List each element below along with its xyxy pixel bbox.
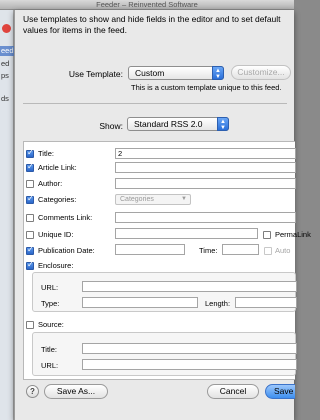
enclosure-length-field[interactable] [235, 297, 297, 308]
unique-id-label: Unique ID: [38, 230, 74, 239]
enclosure-group: URL: Type: Length: [32, 272, 297, 312]
dropdown-arrow-icon: ▼ [181, 196, 187, 202]
permalink-label: PermaLink [275, 230, 311, 239]
categories-label: Categories: [38, 195, 77, 204]
save-button[interactable]: Save [265, 384, 295, 399]
title-field[interactable]: 2 [115, 148, 296, 159]
time-label: Time: [199, 246, 218, 255]
sidebar: eed ed ps ds [0, 10, 14, 420]
enclosure-type-field[interactable] [82, 297, 198, 308]
author-label: Author: [38, 179, 63, 188]
help-button[interactable]: ? [26, 385, 39, 398]
source-label: Source: [38, 320, 64, 329]
article-link-field[interactable] [115, 162, 296, 173]
sidebar-item[interactable]: ps [0, 71, 14, 81]
enclosure-url-label: URL: [41, 283, 59, 292]
title-checkbox[interactable] [26, 148, 34, 158]
time-field[interactable] [222, 244, 259, 255]
enclosure-length-label: Length: [205, 299, 231, 308]
sidebar-item[interactable]: eed [0, 46, 14, 56]
publication-date-checkbox[interactable] [26, 245, 34, 255]
sidebar-item[interactable]: ds [0, 94, 14, 104]
stepper-arrows-icon: ▲ ▼ [217, 117, 229, 131]
window-title: Feeder – Reinvented Software [96, 0, 198, 9]
save-as-button[interactable]: Save As... [44, 384, 108, 399]
source-url-field[interactable] [82, 359, 297, 370]
categories-popup[interactable]: Categories ▼ [115, 194, 191, 205]
author-checkbox[interactable] [26, 180, 34, 188]
window-titlebar: Feeder – Reinvented Software [0, 0, 294, 10]
show-value: Standard RSS 2.0 [134, 119, 203, 129]
enclosure-type-label: Type: [41, 299, 60, 308]
template-label: Use Template: [68, 69, 123, 79]
customize-button[interactable]: Customize... [231, 65, 291, 80]
categories-checkbox[interactable] [26, 194, 34, 204]
categories-popup-value: Categories [120, 196, 154, 203]
enclosure-label: Enclosure: [38, 261, 74, 270]
comments-link-label: Comments Link: [38, 213, 93, 222]
comments-link-field[interactable] [115, 212, 296, 223]
comments-link-checkbox[interactable] [26, 214, 34, 222]
template-note: This is a custom template unique to this… [131, 83, 282, 92]
divider [23, 103, 287, 104]
article-link-label: Article Link: [38, 163, 77, 172]
stepper-arrows-icon: ▲ ▼ [212, 66, 224, 80]
intro-text: Use templates to show and hide fields in… [23, 14, 281, 35]
enclosure-url-field[interactable] [82, 281, 297, 292]
show-popup[interactable]: Standard RSS 2.0 ▲ ▼ [127, 117, 229, 131]
show-label: Show: [99, 121, 123, 131]
source-title-field[interactable] [82, 343, 297, 354]
author-field[interactable] [115, 178, 296, 189]
cancel-button[interactable]: Cancel [207, 384, 259, 399]
auto-label: Auto [275, 246, 291, 255]
sidebar-item[interactable]: ed [0, 59, 14, 69]
publication-date-field[interactable] [115, 244, 185, 255]
unique-id-field[interactable] [115, 228, 258, 239]
template-popup[interactable]: Custom ▲ ▼ [128, 66, 224, 80]
fields-area: Title: 2 Article Link: Author: Categorie… [23, 141, 311, 380]
source-url-label: URL: [41, 361, 59, 370]
enclosure-checkbox[interactable] [26, 260, 34, 270]
publication-date-label: Publication Date: [38, 246, 95, 255]
title-label: Title: [38, 149, 54, 158]
close-icon[interactable] [2, 24, 11, 33]
source-group: Title: URL: [32, 332, 297, 376]
unique-id-checkbox[interactable] [26, 231, 34, 239]
button-bar: ? Save As... Cancel Save [15, 380, 295, 420]
template-sheet: Use templates to show and hide fields in… [14, 10, 311, 420]
template-value: Custom [135, 68, 165, 78]
auto-checkbox[interactable] [264, 247, 272, 255]
permalink-checkbox[interactable] [263, 231, 271, 239]
article-link-checkbox[interactable] [26, 162, 34, 172]
source-title-label: Title: [41, 345, 57, 354]
source-checkbox[interactable] [26, 321, 34, 329]
